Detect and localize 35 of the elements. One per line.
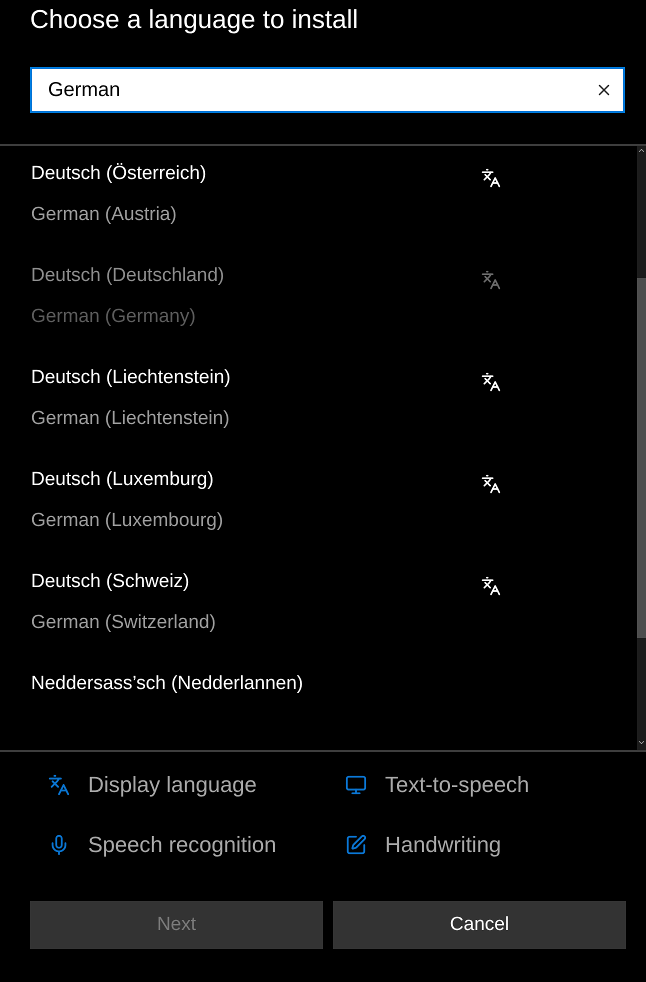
language-subtitle: German (Switzerland) — [31, 611, 217, 635]
feature-label: Text-to-speech — [385, 772, 530, 798]
language-item[interactable]: Deutsch (Schweiz) German (Switzerland) — [0, 554, 637, 656]
search-field[interactable]: German — [30, 67, 625, 113]
language-subtitle: German (Austria) — [31, 203, 178, 227]
language-item[interactable]: Deutsch (Österreich) German (Austria) — [0, 146, 637, 248]
language-name: Deutsch (Schweiz) — [31, 570, 190, 594]
dialog-title: Choose a language to install — [29, 3, 360, 36]
language-name: Deutsch (Deutschland) — [31, 264, 226, 288]
language-name: Deutsch (Luxemburg) — [31, 468, 215, 492]
language-name: Deutsch (Österreich) — [31, 162, 208, 186]
language-subtitle: German (Liechtenstein) — [31, 407, 231, 431]
language-icon — [481, 372, 501, 392]
language-item[interactable]: Neddersass’sch (Nedderlannen) — [0, 656, 637, 717]
language-icon — [481, 474, 501, 494]
language-name: Neddersass’sch (Nedderlannen) — [31, 672, 304, 696]
feature-label: Speech recognition — [88, 832, 276, 858]
feature-label: Display language — [88, 772, 257, 798]
scroll-down-icon[interactable] — [637, 738, 646, 747]
scrollbar[interactable] — [637, 146, 646, 750]
monitor-icon — [345, 774, 367, 796]
dialog-button[interactable]: Cancel — [333, 901, 626, 949]
language-icon — [481, 168, 501, 188]
language-icon — [481, 576, 501, 596]
pen-icon — [345, 834, 367, 856]
language-subtitle: German (Luxembourg) — [31, 509, 224, 533]
language-name: Deutsch (Liechtenstein) — [31, 366, 232, 390]
language-subtitle: German (Germany) — [31, 305, 197, 329]
language-icon — [481, 270, 501, 290]
language-icon — [48, 774, 70, 796]
feature-label: Handwriting — [385, 832, 502, 858]
scroll-thumb[interactable] — [637, 278, 646, 638]
language-item[interactable]: Deutsch (Liechtenstein) German (Liechtenstein) — [0, 350, 637, 452]
language-item[interactable]: Deutsch (Luxemburg) German (Luxembourg) — [0, 452, 637, 554]
scroll-up-icon[interactable] — [637, 146, 646, 155]
